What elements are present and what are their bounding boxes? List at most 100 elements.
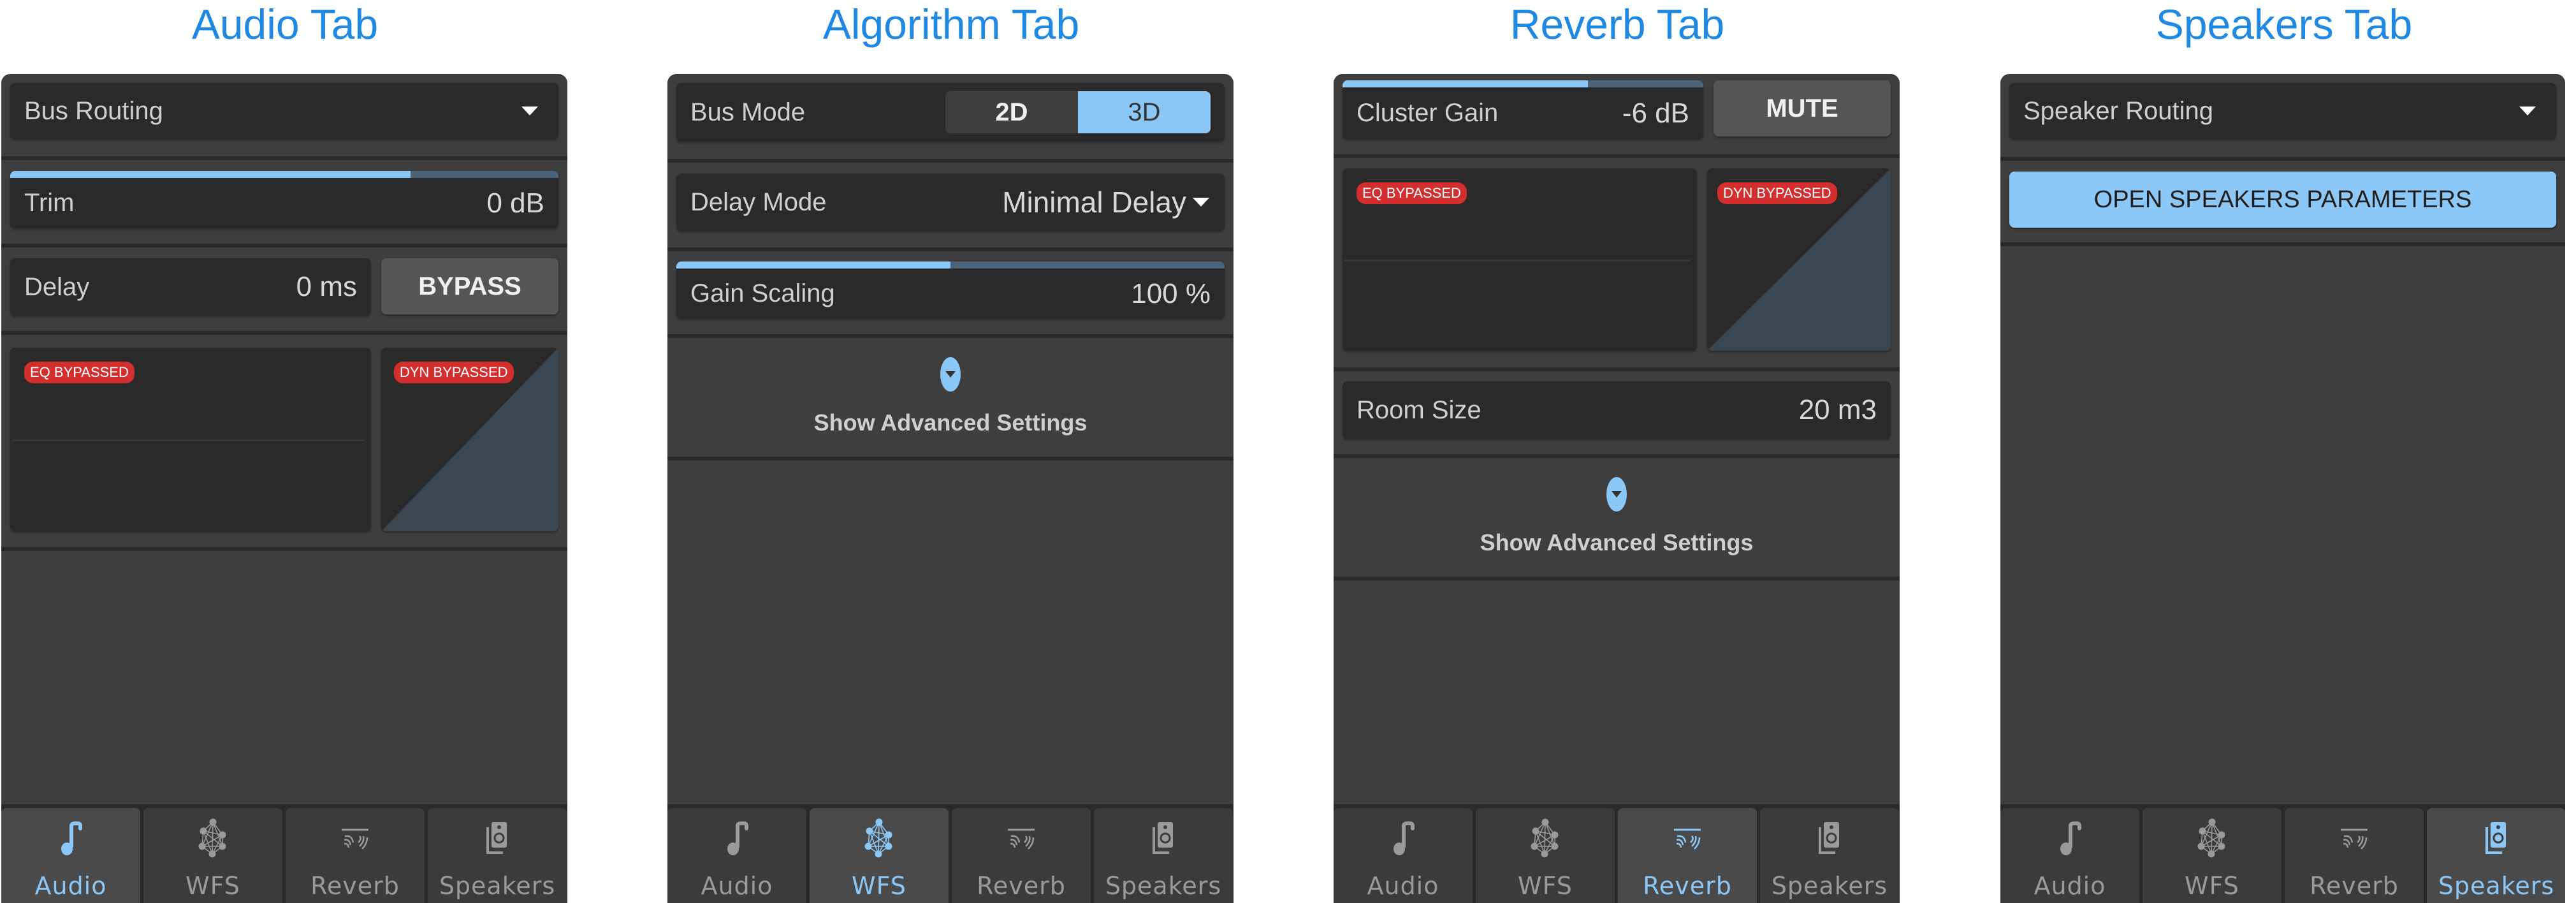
nav-tab-audio[interactable]: Audio	[667, 808, 806, 903]
nav-tab-speakers[interactable]: Speakers	[428, 808, 567, 903]
bottom-navbar: Audio WFS Reverb Speakers	[2000, 804, 2565, 903]
bottom-navbar: Audio WFS Reverb Speakers	[667, 804, 1233, 903]
nav-tab-wfs[interactable]: WFS	[2143, 808, 2281, 903]
divider	[1, 547, 567, 551]
show-advanced-settings-label[interactable]: Show Advanced Settings	[1334, 529, 1900, 556]
divider	[667, 457, 1233, 460]
eq-bypassed-badge: EQ BYPASSED	[1357, 182, 1467, 204]
divider	[1, 156, 567, 160]
dyn-bypassed-badge: DYN BYPASSED	[394, 362, 514, 383]
speaker-routing-dropdown[interactable]: Speaker Routing	[2009, 83, 2556, 139]
delay-value: 0 ms	[296, 271, 357, 302]
bottom-navbar: Audio WFS Reverb Speakers	[1334, 804, 1900, 903]
speaker-icon	[1141, 808, 1186, 864]
nav-tab-wfs[interactable]: WFS	[810, 808, 949, 903]
dyn-bypassed-badge: DYN BYPASSED	[1717, 182, 1837, 204]
nav-tab-audio[interactable]: Audio	[2000, 808, 2139, 903]
nav-tab-reverb[interactable]: Reverb	[286, 808, 425, 903]
music-note-icon	[2048, 808, 2092, 864]
nav-tab-reverb[interactable]: Reverb	[1618, 808, 1757, 903]
nav-tab-label: Reverb	[2310, 872, 2399, 900]
nav-tab-speakers[interactable]: Speakers	[2427, 808, 2565, 903]
nav-tab-label: Reverb	[977, 872, 1066, 900]
dynamics-display[interactable]: DYN BYPASSED	[381, 348, 558, 531]
audio-tab-column: Audio Tab Bus Routing Trim 0 dB Delay 0 …	[1, 0, 569, 905]
bus-mode-toggle[interactable]: 2D 3D	[945, 91, 1211, 133]
speakers-tab-column: Speakers Tab Speaker Routing OPEN SPEAKE…	[2000, 0, 2568, 905]
trim-slider[interactable]: Trim 0 dB	[10, 171, 558, 228]
nav-tab-audio[interactable]: Audio	[1334, 808, 1473, 903]
dynamics-display[interactable]: DYN BYPASSED	[1707, 168, 1891, 351]
music-note-icon	[48, 808, 93, 864]
expand-advanced-button[interactable]	[1606, 477, 1627, 511]
bus-routing-dropdown[interactable]: Bus Routing	[10, 83, 558, 139]
expand-advanced-button[interactable]	[940, 357, 961, 392]
nav-tab-label: Speakers	[439, 872, 556, 900]
column-title: Audio Tab	[191, 1, 379, 48]
nav-tab-reverb[interactable]: Reverb	[2285, 808, 2424, 903]
reverb-waves-icon	[2332, 808, 2376, 864]
divider	[1334, 367, 1900, 371]
column-title: Reverb Tab	[1510, 1, 1725, 48]
nav-tab-label: Speakers	[1105, 872, 1222, 900]
delay-mode-dropdown[interactable]: Delay Mode Minimal Delay	[676, 173, 1225, 231]
chevron-down-icon	[521, 107, 538, 115]
divider	[1, 244, 567, 247]
network-nodes-icon	[1523, 808, 1568, 864]
speaker-icon	[1807, 808, 1852, 864]
eq-display[interactable]: EQ BYPASSED	[1343, 168, 1697, 351]
nav-tab-wfs[interactable]: WFS	[1476, 808, 1615, 903]
divider	[2000, 242, 2565, 246]
delay-field[interactable]: Delay 0 ms	[10, 258, 371, 316]
cluster-gain-slider[interactable]: Cluster Gain -6 dB	[1343, 80, 1703, 139]
nav-tab-speakers[interactable]: Speakers	[1760, 808, 1899, 903]
advanced-settings-toggle[interactable]: Show Advanced Settings	[667, 338, 1233, 457]
nav-tab-label: WFS	[2185, 872, 2239, 900]
nav-tab-audio[interactable]: Audio	[1, 808, 140, 903]
trim-slider-track[interactable]	[10, 171, 558, 178]
show-advanced-settings-label[interactable]: Show Advanced Settings	[667, 409, 1233, 436]
room-size-label: Room Size	[1357, 395, 1481, 424]
nav-tab-label: WFS	[852, 872, 906, 900]
speaker-routing-label: Speaker Routing	[2023, 96, 2213, 125]
bus-mode-3d-option[interactable]: 3D	[1078, 91, 1211, 133]
divider	[1334, 154, 1900, 158]
speakers-panel: Speaker Routing OPEN SPEAKERS PARAMETERS…	[2000, 74, 2565, 903]
mute-button[interactable]: MUTE	[1714, 80, 1891, 136]
eq-display[interactable]: EQ BYPASSED	[10, 348, 371, 531]
divider	[1, 331, 567, 335]
reverb-waves-icon	[999, 808, 1044, 864]
delay-mode-label: Delay Mode	[690, 188, 827, 216]
gain-scaling-label: Gain Scaling	[690, 279, 835, 307]
delay-mode-value: Minimal Delay	[1002, 186, 1186, 219]
divider	[2000, 157, 2565, 161]
advanced-settings-toggle[interactable]: Show Advanced Settings	[1334, 458, 1900, 577]
bottom-navbar: Audio WFS Reverb Speakers	[1, 804, 567, 903]
bus-mode-label: Bus Mode	[690, 98, 806, 126]
bus-mode-2d-option[interactable]: 2D	[945, 91, 1078, 133]
trim-label: Trim	[24, 189, 75, 217]
algorithm-tab-column: Algorithm Tab Bus Mode 2D 3D Delay Mode …	[667, 0, 1235, 905]
room-size-field[interactable]: Room Size 20 m3	[1343, 381, 1891, 439]
cluster-gain-slider-track[interactable]	[1343, 80, 1703, 87]
network-nodes-icon	[2190, 808, 2234, 864]
network-nodes-icon	[857, 808, 901, 864]
nav-tab-label: Reverb	[310, 872, 400, 900]
nav-tab-label: Speakers	[2438, 872, 2555, 900]
bypass-button[interactable]: BYPASS	[381, 258, 558, 314]
reverb-waves-icon	[333, 808, 377, 864]
column-title: Algorithm Tab	[822, 1, 1080, 48]
nav-tab-reverb[interactable]: Reverb	[952, 808, 1091, 903]
nav-tab-wfs[interactable]: WFS	[143, 808, 282, 903]
speaker-icon	[475, 808, 520, 864]
cluster-gain-value: -6 dB	[1622, 97, 1689, 129]
eq-zero-line	[1344, 260, 1691, 261]
gain-scaling-slider-track[interactable]	[676, 261, 1225, 269]
nav-tab-speakers[interactable]: Speakers	[1094, 808, 1233, 903]
reverb-tab-column: Reverb Tab Cluster Gain -6 dB MUTE EQ BY…	[1334, 0, 1901, 905]
gain-scaling-slider[interactable]: Gain Scaling 100 %	[676, 261, 1225, 319]
divider	[1334, 577, 1900, 580]
nav-tab-label: WFS	[1518, 872, 1573, 900]
algorithm-panel: Bus Mode 2D 3D Delay Mode Minimal Delay …	[667, 74, 1233, 903]
open-speakers-parameters-button[interactable]: OPEN SPEAKERS PARAMETERS	[2009, 172, 2556, 228]
